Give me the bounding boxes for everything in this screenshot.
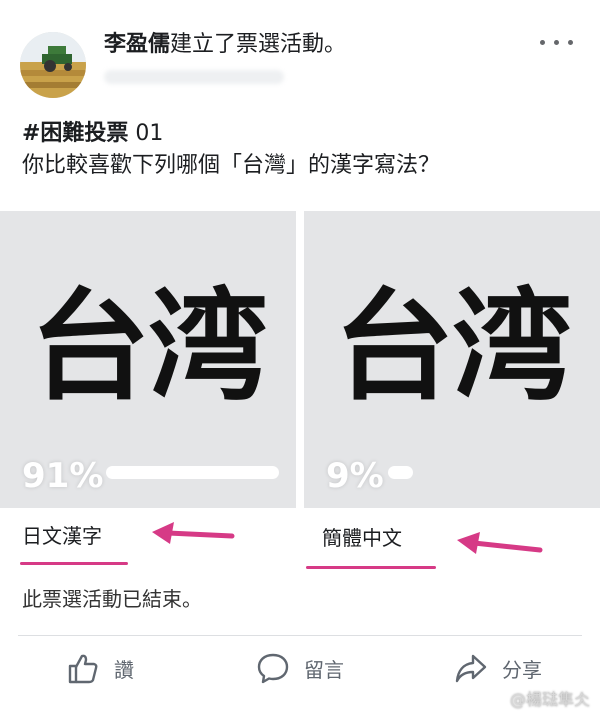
poll-number: 01 <box>128 121 164 146</box>
hashtag-link[interactable]: #困難投票 <box>22 121 128 146</box>
option-2-label: 簡體中文 <box>322 526 402 550</box>
poll-ended-status: 此票選活動已結束。 <box>22 587 202 611</box>
thumbs-up-icon <box>68 654 98 684</box>
like-button[interactable]: 讚 <box>66 650 134 686</box>
comment-button[interactable]: 留言 <box>256 650 344 686</box>
option-1-glyphs: 台湾 <box>30 278 268 417</box>
option-1-arrow-icon <box>152 522 235 544</box>
option-2-percent: 9% <box>326 456 384 496</box>
share-button[interactable]: 分享 <box>454 650 542 686</box>
author-name[interactable]: 李盈儒 <box>104 32 170 57</box>
author-avatar[interactable] <box>20 32 86 98</box>
option-2-glyphs: 台湾 <box>334 278 572 417</box>
comment-bubble-icon <box>257 653 289 684</box>
option-1-percent: 91% <box>22 456 104 496</box>
post-header: 李盈儒建立了票選活動。 <box>0 0 600 100</box>
post-text: #困難投票 01 你比較喜歡下列哪個「台灣」的漢字寫法？ <box>22 118 440 182</box>
more-options-icon[interactable] <box>538 34 578 54</box>
tractor-field-image <box>20 32 86 98</box>
option-2-arrow-icon <box>457 532 543 554</box>
like-label: 讚 <box>114 657 134 682</box>
option-1-label: 日文漢字 <box>22 524 102 548</box>
option-2-underline-annotation <box>306 566 436 569</box>
actions-divider <box>18 635 582 636</box>
watermark: @楊琺隼仌 <box>509 690 590 709</box>
post-action-text: 建立了票選活動。 <box>170 32 347 57</box>
poll-question: 你比較喜歡下列哪個「台灣」的漢字寫法？ <box>22 153 441 178</box>
comment-label: 留言 <box>304 657 344 682</box>
option-1-underline-annotation <box>20 562 128 565</box>
option-2-progress-bar <box>388 466 413 479</box>
option-1-progress-bar <box>106 466 279 479</box>
post-author-line: 李盈儒建立了票選活動。 <box>104 30 346 60</box>
share-arrow-icon <box>455 654 487 683</box>
share-label: 分享 <box>502 657 542 682</box>
blurred-meta <box>104 70 284 84</box>
